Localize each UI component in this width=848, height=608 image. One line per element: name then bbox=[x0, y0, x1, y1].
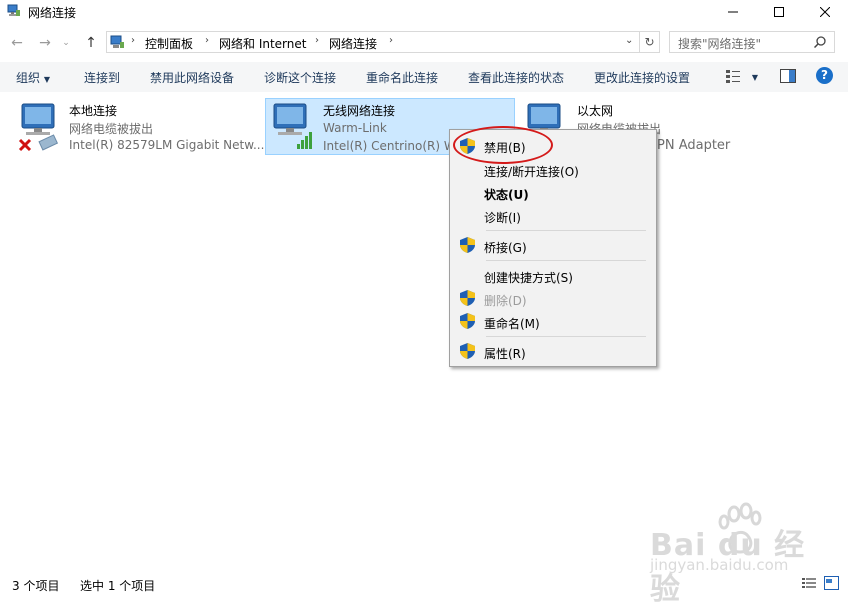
address-bar[interactable]: › 控制面板 › 网络和 Internet › 网络连接 › ⌄ bbox=[106, 31, 640, 53]
menu-item-delete: 删除(D) bbox=[484, 294, 527, 308]
menu-item-diagnose[interactable]: 诊断(I) bbox=[484, 209, 521, 226]
shield-icon bbox=[460, 343, 475, 359]
breadcrumb-separator-icon: › bbox=[389, 35, 393, 46]
close-icon bbox=[820, 7, 830, 17]
title-bar: 网络连接 bbox=[0, 0, 848, 26]
connect-to-button[interactable]: 连接到 bbox=[84, 69, 120, 86]
command-bar: 组织 ▼ 连接到 禁用此网络设备 诊断这个连接 重命名此连接 查看此连接的状态 … bbox=[0, 62, 848, 92]
window-title: 网络连接 bbox=[28, 6, 77, 20]
view-status-button[interactable]: 查看此连接的状态 bbox=[468, 69, 564, 86]
breadcrumb-separator-icon: › bbox=[205, 35, 209, 46]
arrow-left-icon: ← bbox=[11, 35, 23, 51]
breadcrumb-network-connections[interactable]: 网络连接 bbox=[329, 35, 377, 52]
annotation-circle bbox=[453, 126, 553, 164]
tiles-view-icon[interactable] bbox=[824, 576, 839, 590]
view-options-button[interactable]: ▼ bbox=[726, 69, 758, 86]
wireless-network-icon bbox=[273, 103, 312, 149]
menu-item-connect-disconnect[interactable]: 连接/断开连接(O) bbox=[484, 163, 579, 180]
address-dropdown-icon[interactable]: ⌄ bbox=[625, 35, 633, 46]
maximize-icon bbox=[774, 7, 784, 17]
shield-icon bbox=[460, 313, 475, 329]
connection-item-local[interactable]: 本地连接 网络电缆被拔出 Intel(R) 82579LM Gigabit Ne… bbox=[12, 100, 265, 156]
menu-separator bbox=[486, 260, 646, 261]
arrow-right-icon: → bbox=[39, 35, 51, 51]
menu-item-create-shortcut[interactable]: 创建快捷方式(S) bbox=[484, 269, 573, 286]
preview-pane-icon bbox=[780, 69, 796, 83]
connection-name: 本地连接 bbox=[69, 104, 118, 118]
arrow-up-icon: ↑ bbox=[85, 35, 97, 51]
close-button[interactable] bbox=[802, 0, 848, 24]
breadcrumb-network-internet[interactable]: 网络和 Internet bbox=[219, 35, 306, 52]
connection-status: Warm-Link bbox=[323, 121, 387, 135]
connection-name: 无线网络连接 bbox=[323, 104, 396, 118]
connection-adapter: PN Adapter bbox=[657, 138, 731, 153]
view-list-icon bbox=[726, 70, 740, 83]
search-input[interactable]: 搜索"网络连接" bbox=[669, 31, 835, 53]
item-count: 3 个项目 bbox=[12, 579, 60, 593]
baidu-watermark: Bai du 经验 jingyan.baidu.com bbox=[650, 500, 820, 607]
search-placeholder: 搜索"网络连接" bbox=[678, 37, 762, 51]
watermark-url: jingyan.baidu.com bbox=[650, 556, 789, 574]
breadcrumb-control-panel[interactable]: 控制面板 bbox=[145, 35, 193, 52]
menu-item-status[interactable]: 状态(U) bbox=[484, 186, 529, 203]
search-icon bbox=[814, 36, 826, 48]
forward-button[interactable]: → bbox=[36, 34, 54, 52]
connection-status: 网络电缆被拔出 bbox=[69, 122, 154, 136]
refresh-button[interactable]: ↻ bbox=[640, 31, 660, 53]
menu-item-bridge[interactable]: 桥接(G) bbox=[484, 239, 527, 256]
caret-down-icon: ▼ bbox=[751, 73, 758, 82]
change-settings-button[interactable]: 更改此连接的设置 bbox=[594, 69, 690, 86]
context-menu: 禁用(B) 连接/断开连接(O) 状态(U) 诊断(I) 桥接(G) 创建快捷方… bbox=[449, 129, 657, 367]
recent-locations-button[interactable]: ⌄ bbox=[60, 34, 72, 52]
shield-icon bbox=[460, 290, 475, 306]
wired-network-disconnected-icon bbox=[18, 103, 59, 152]
connection-adapter: Intel(R) 82579LM Gigabit Netw... bbox=[69, 138, 265, 152]
chevron-down-icon: ⌄ bbox=[62, 38, 70, 48]
refresh-icon: ↻ bbox=[644, 35, 655, 49]
help-icon[interactable]: ? bbox=[816, 67, 833, 84]
diagnose-button[interactable]: 诊断这个连接 bbox=[264, 69, 336, 86]
organize-label: 组织 bbox=[16, 71, 41, 85]
rename-button[interactable]: 重命名此连接 bbox=[366, 69, 438, 86]
maximize-button[interactable] bbox=[756, 0, 802, 24]
up-button[interactable]: ↑ bbox=[82, 34, 100, 52]
control-panel-icon bbox=[110, 35, 124, 48]
breadcrumb-separator-icon: › bbox=[131, 35, 135, 46]
menu-item-properties[interactable]: 属性(R) bbox=[484, 345, 526, 362]
minimize-button[interactable] bbox=[710, 0, 756, 24]
back-button[interactable]: ← bbox=[8, 34, 26, 52]
connection-adapter: Intel(R) Centrino(R) W bbox=[323, 139, 456, 153]
disable-device-button[interactable]: 禁用此网络设备 bbox=[150, 69, 234, 86]
shield-icon bbox=[460, 237, 475, 253]
caret-down-icon: ▼ bbox=[43, 75, 50, 84]
preview-pane-button[interactable] bbox=[780, 69, 796, 86]
menu-separator bbox=[486, 230, 646, 231]
connection-name: 以太网 bbox=[577, 104, 614, 118]
minimize-icon bbox=[728, 11, 738, 13]
breadcrumb-separator-icon: › bbox=[315, 35, 319, 46]
menu-item-rename[interactable]: 重命名(M) bbox=[484, 315, 540, 332]
selected-count: 选中 1 个项目 bbox=[80, 579, 156, 593]
organize-button[interactable]: 组织 ▼ bbox=[16, 69, 50, 86]
network-connections-icon bbox=[7, 4, 20, 16]
menu-separator bbox=[486, 336, 646, 337]
